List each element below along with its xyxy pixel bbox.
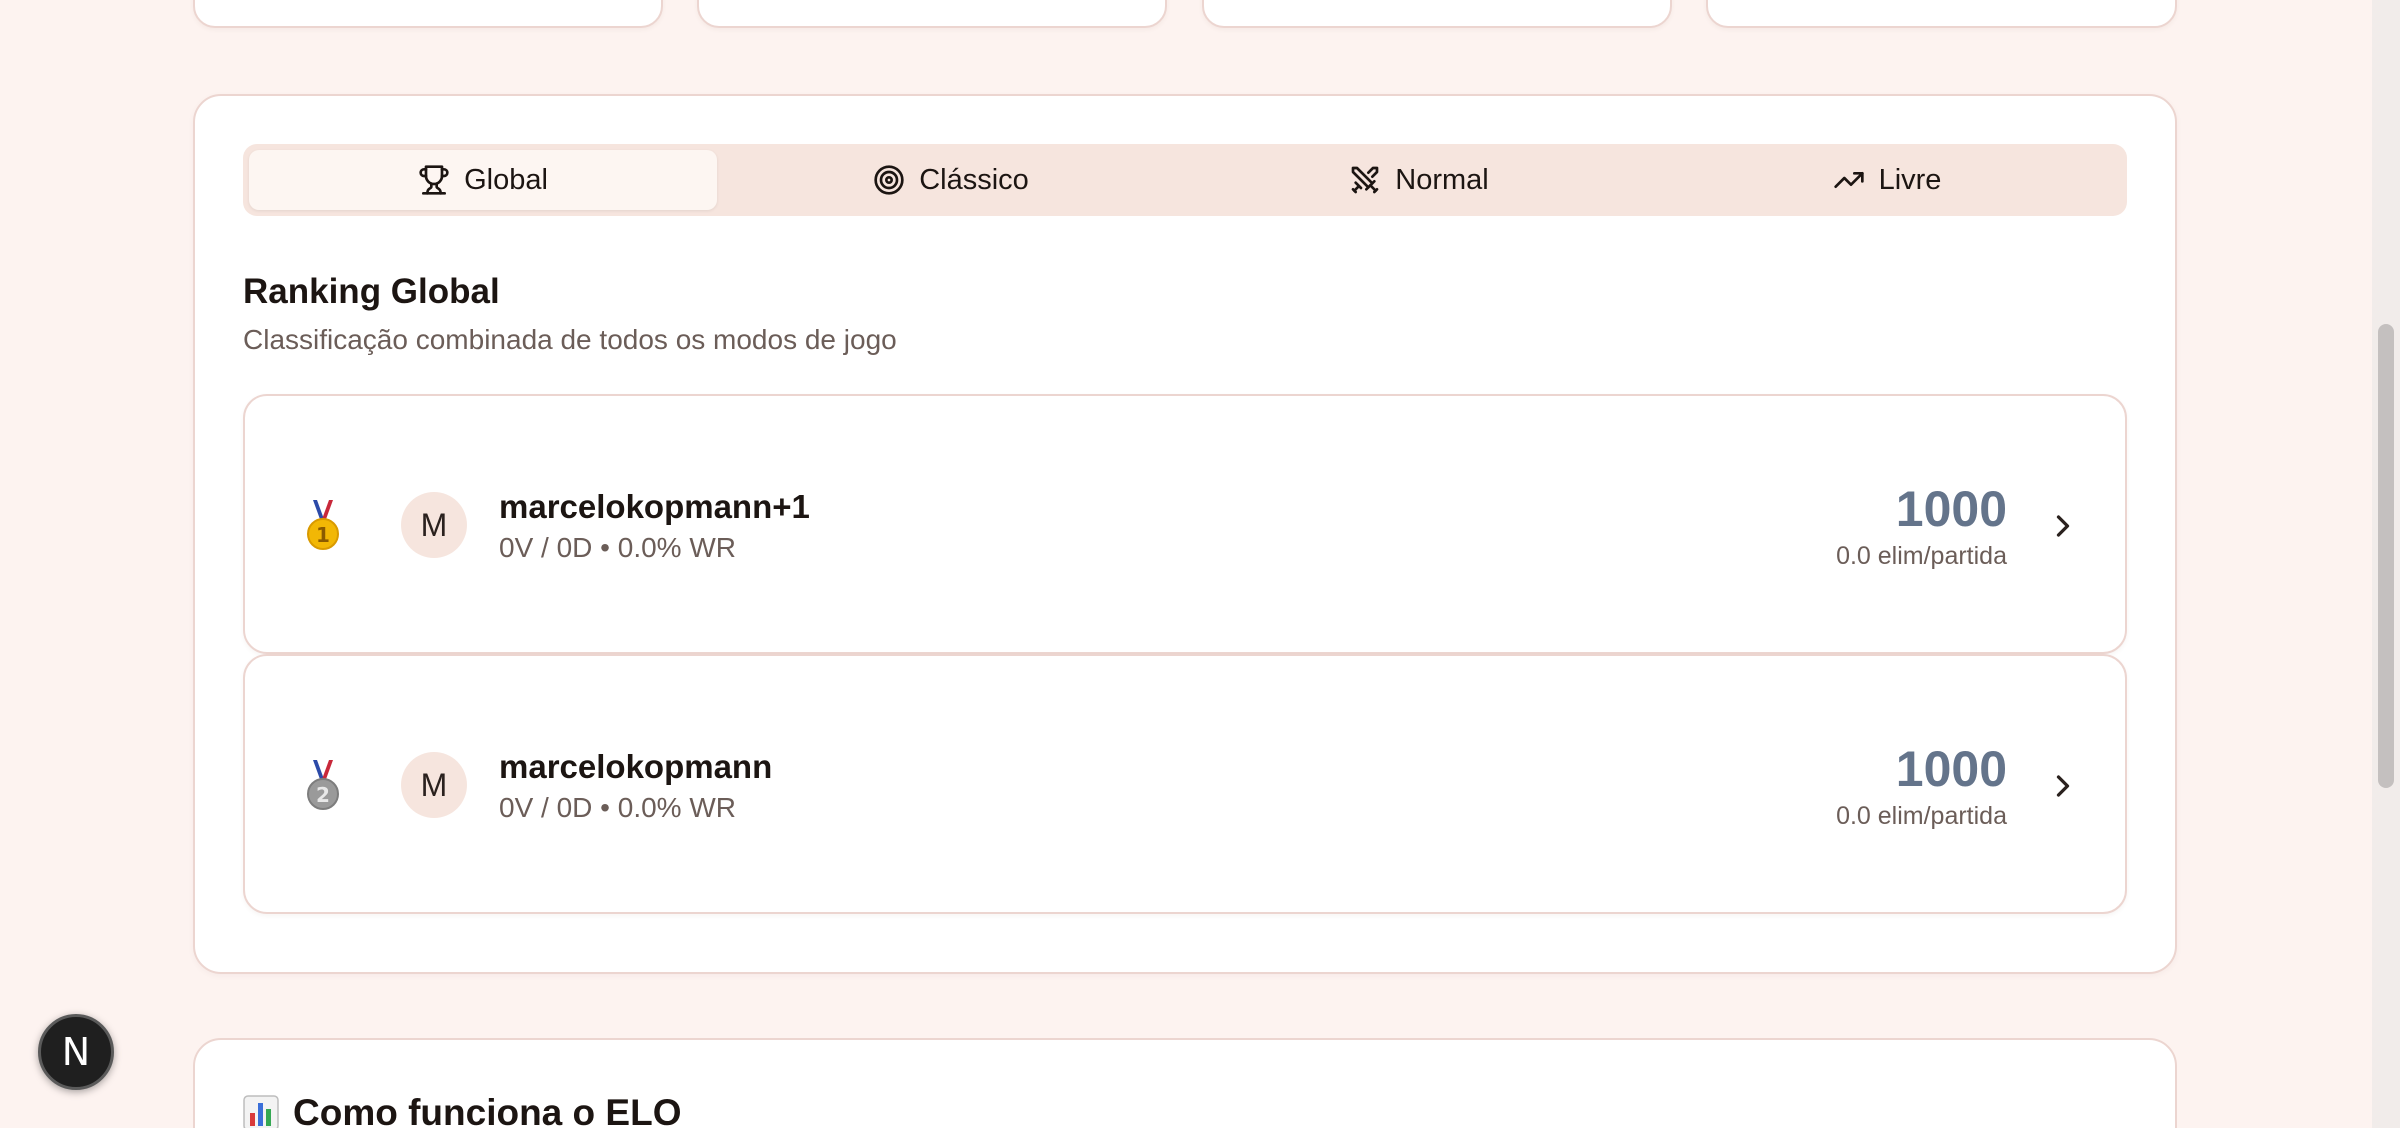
ranking-panel: Global Clássico Normal Livre Ranking Glo… [193,94,2177,974]
medal-rank: 1 [316,523,330,547]
tab-classico[interactable]: Clássico [717,150,1185,210]
player-stats: 0V / 0D • 0.0% WR [499,532,736,563]
chevron-right-icon [2056,775,2070,797]
swords-icon [1351,166,1379,194]
tab-label: Global [464,163,548,196]
ranking-description: Classificação combinada de todos os modo… [243,324,897,355]
tab-livre[interactable]: Livre [1653,150,2121,210]
bar-chart-icon [243,1095,279,1128]
silver-medal-icon: 2 [307,760,339,810]
trending-up-icon [1833,172,1864,188]
player-stats: 0V / 0D • 0.0% WR [499,792,736,823]
stat-card-3 [1202,0,1672,28]
player-name: marcelokopmann [499,748,773,785]
elo-title: Como funciona o ELO [243,1092,681,1128]
scrollbar-thumb[interactable] [2378,324,2394,788]
elo-title-text: Como funciona o ELO [293,1092,682,1128]
tab-label: Livre [1878,163,1942,196]
chevron-right-icon [2056,515,2070,537]
elo-score: 1000 [1895,741,2007,797]
player-name: marcelokopmann+1 [499,488,810,525]
tab-label: Clássico [919,163,1029,196]
tab-normal[interactable]: Normal [1185,150,1653,210]
elo-info-card: Como funciona o ELO [193,1038,2177,1128]
elim-per-match: 0.0 elim/partida [1836,542,2007,570]
nextjs-dev-button[interactable]: N [38,1014,114,1090]
n-letter: N [61,1030,91,1074]
stat-card-1 [193,0,663,28]
player-row[interactable]: 2 M marcelokopmann 0V / 0D • 0.0% WR 100… [243,654,2127,914]
ranking-title: Ranking Global [243,272,500,311]
medal-rank: 2 [316,783,330,807]
stat-card-4 [1706,0,2177,28]
trophy-icon [419,165,449,195]
tab-label: Normal [1395,163,1489,196]
gold-medal-icon: 1 [307,500,339,550]
elo-score: 1000 [1895,481,2007,537]
stat-card-2 [697,0,1167,28]
avatar: M [401,752,467,818]
avatar: M [401,492,467,558]
mode-tabs: Global Clássico Normal Livre [243,144,2127,216]
elim-per-match: 0.0 elim/partida [1836,802,2007,830]
player-row[interactable]: 1 M marcelokopmann+1 0V / 0D • 0.0% WR 1… [243,394,2127,654]
target-icon [874,165,904,195]
tab-global[interactable]: Global [249,150,717,210]
